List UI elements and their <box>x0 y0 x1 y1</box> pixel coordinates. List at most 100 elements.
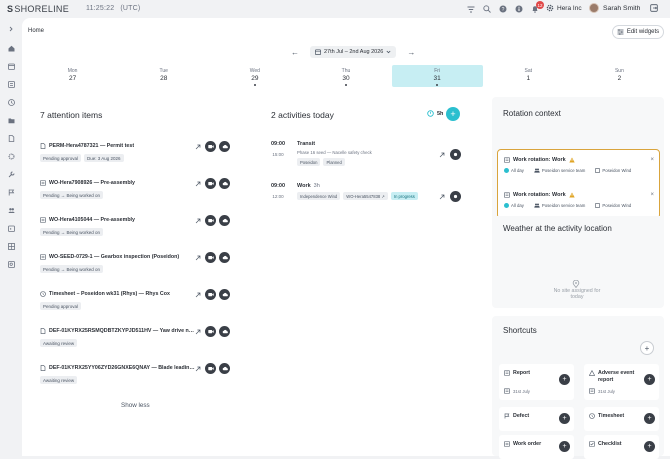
external-link-icon[interactable] <box>194 143 202 151</box>
attention-item[interactable]: DEF-01KYRX25YY06ZYD26GNXE6QNAY — Blade l… <box>40 363 232 384</box>
shortcut-adverse-event-report[interactable]: Adverse event report 31st July + <box>584 364 659 400</box>
day-tue[interactable]: Tue 28 <box>118 65 209 87</box>
activity-tag[interactable]: WO-Hera5547838 ↗ <box>343 192 388 200</box>
day-fri[interactable]: Fri 31 <box>391 65 483 87</box>
attention-item[interactable]: DEF-01KYRX25RSMQDBTZKYPJD511HV — Yaw dri… <box>40 326 232 347</box>
attention-item-title[interactable]: WO-Hera7908926 — Pre-assembly <box>49 180 135 186</box>
edit-widgets-button[interactable]: Edit widgets <box>612 25 664 39</box>
inspect-icon[interactable] <box>7 260 15 268</box>
shortcut-timesheet[interactable]: Timesheet + <box>584 407 659 431</box>
attention-item-title[interactable]: WO-SEED-0729-1 — Gearbox inspection (Pos… <box>49 254 179 260</box>
breadcrumb[interactable]: Home <box>28 28 44 34</box>
cloud-sync-button[interactable] <box>219 178 230 189</box>
video-call-button[interactable] <box>205 141 216 152</box>
create-shortcut-button[interactable]: + <box>559 374 570 385</box>
attention-item[interactable]: WO-SEED-0729-1 — Gearbox inspection (Pos… <box>40 252 232 273</box>
day-of-week: Wed <box>249 68 260 74</box>
cloud-sync-button[interactable] <box>219 215 230 226</box>
attention-item-title[interactable]: DEF-01KYRX25RSMQDBTZKYPJD511HV — Yaw dri… <box>49 328 197 334</box>
org-switcher[interactable]: Hera Inc <box>546 4 582 12</box>
attention-item[interactable]: Timesheet – Poseidon wk31 (Rhys) — Rhys … <box>40 289 232 310</box>
shortcut-header: Timesheet <box>589 413 639 420</box>
add-activity-button[interactable]: + <box>446 107 460 121</box>
grid-icon[interactable] <box>7 242 15 250</box>
external-link-icon[interactable] <box>194 217 202 225</box>
shortcut-work-order[interactable]: Work order + <box>499 435 574 459</box>
shortcut-checklist[interactable]: Checklist + <box>584 435 659 459</box>
record-button[interactable] <box>450 191 461 202</box>
settings-icon[interactable] <box>7 152 15 160</box>
create-shortcut-button[interactable]: + <box>559 413 570 424</box>
rotation-item[interactable]: Work rotation: Work × All day Poseidon serv… <box>504 157 654 173</box>
external-link-icon[interactable] <box>194 254 202 262</box>
app-logo[interactable]: S SHORELINE <box>7 4 69 14</box>
dismiss-rotation-button[interactable]: × <box>650 157 654 163</box>
info-icon[interactable] <box>511 4 527 14</box>
video-call-button[interactable] <box>205 326 216 337</box>
notifications-icon[interactable]: 12 <box>527 1 544 14</box>
cloud-sync-button[interactable] <box>219 252 230 263</box>
next-week-button[interactable]: → <box>406 47 416 57</box>
record-button[interactable] <box>450 149 461 160</box>
day-wed[interactable]: Wed 29 <box>209 65 300 87</box>
prev-week-button[interactable]: ← <box>290 47 300 57</box>
home-icon[interactable] <box>7 44 15 52</box>
time-icon[interactable] <box>7 98 15 106</box>
cloud-sync-button[interactable] <box>219 363 230 374</box>
date-range-picker[interactable]: 27th Jul – 2nd Aug 2026 <box>310 46 397 58</box>
shortcut-defect[interactable]: Defect + <box>499 407 574 431</box>
external-link-icon[interactable] <box>194 328 202 336</box>
rotation-item[interactable]: Work rotation: Work × All day Poseidon serv… <box>504 192 654 208</box>
cloud-sync-button[interactable] <box>219 289 230 300</box>
user-menu[interactable]: Sarah Smith <box>589 3 640 13</box>
shortcut-report[interactable]: Report 31st July + <box>499 364 574 400</box>
day-sat[interactable]: Sat 1 <box>483 65 574 87</box>
attention-item[interactable]: WO-Hera7908926 — Pre-assembly Pending → B… <box>40 178 232 199</box>
external-link-icon[interactable] <box>194 180 202 188</box>
filter-icon[interactable] <box>463 4 479 14</box>
wrench-icon[interactable] <box>7 170 15 178</box>
create-shortcut-button[interactable]: + <box>644 441 655 452</box>
schedule-icon[interactable] <box>7 224 15 232</box>
external-link-icon[interactable] <box>194 365 202 373</box>
attention-item[interactable]: PERM-Hera4787321 — Permit test Pending ap… <box>40 141 232 162</box>
document-icon <box>40 365 46 371</box>
calendar-icon[interactable] <box>7 62 15 70</box>
logout-icon[interactable] <box>650 4 658 12</box>
expand-sidebar-icon[interactable] <box>7 25 15 33</box>
day-thu[interactable]: Thu 30 <box>300 65 391 87</box>
attention-item-title[interactable]: Timesheet – Poseidon wk31 (Rhys) — Rhys … <box>49 291 170 297</box>
cloud-sync-button[interactable] <box>219 141 230 152</box>
create-shortcut-button[interactable]: + <box>644 413 655 424</box>
attention-item-title[interactable]: DEF-01KYRX25YY06ZYD26GNXE6QNAY — Blade l… <box>49 365 197 371</box>
attention-item-title[interactable]: PERM-Hera4787321 — Permit test <box>49 143 134 149</box>
document-icon[interactable] <box>7 134 15 142</box>
search-icon[interactable] <box>479 4 495 14</box>
attention-item[interactable]: WO-Hera4105044 — Pre-assembly Pending → B… <box>40 215 232 236</box>
day-mon[interactable]: Mon 27 <box>27 65 118 87</box>
video-call-button[interactable] <box>205 289 216 300</box>
external-link-icon[interactable] <box>438 193 446 201</box>
cloud-sync-button[interactable] <box>219 326 230 337</box>
activity-duration: 3h <box>313 183 320 189</box>
video-call-button[interactable] <box>205 215 216 226</box>
flag-icon[interactable] <box>7 188 15 196</box>
attention-item-title[interactable]: WO-Hera4105044 — Pre-assembly <box>49 217 135 223</box>
day-sun[interactable]: Sun 2 <box>574 65 665 87</box>
create-shortcut-button[interactable]: + <box>559 441 570 452</box>
show-less-button[interactable]: Show less <box>121 402 150 409</box>
external-link-icon[interactable] <box>438 151 446 159</box>
external-link-icon[interactable] <box>194 291 202 299</box>
people-icon[interactable] <box>7 206 15 214</box>
video-call-button[interactable] <box>205 363 216 374</box>
list-icon[interactable] <box>7 80 15 88</box>
create-shortcut-button[interactable]: + <box>644 374 655 385</box>
help-icon[interactable]: ? <box>495 4 511 14</box>
video-call-button[interactable] <box>205 252 216 263</box>
add-shortcut-button[interactable]: + <box>640 341 654 355</box>
dismiss-rotation-button[interactable]: × <box>650 192 654 198</box>
video-call-button[interactable] <box>205 178 216 189</box>
folder-icon[interactable] <box>7 116 15 124</box>
header-icons: ? 12 <box>463 1 544 14</box>
stopwatch-icon <box>427 110 434 117</box>
